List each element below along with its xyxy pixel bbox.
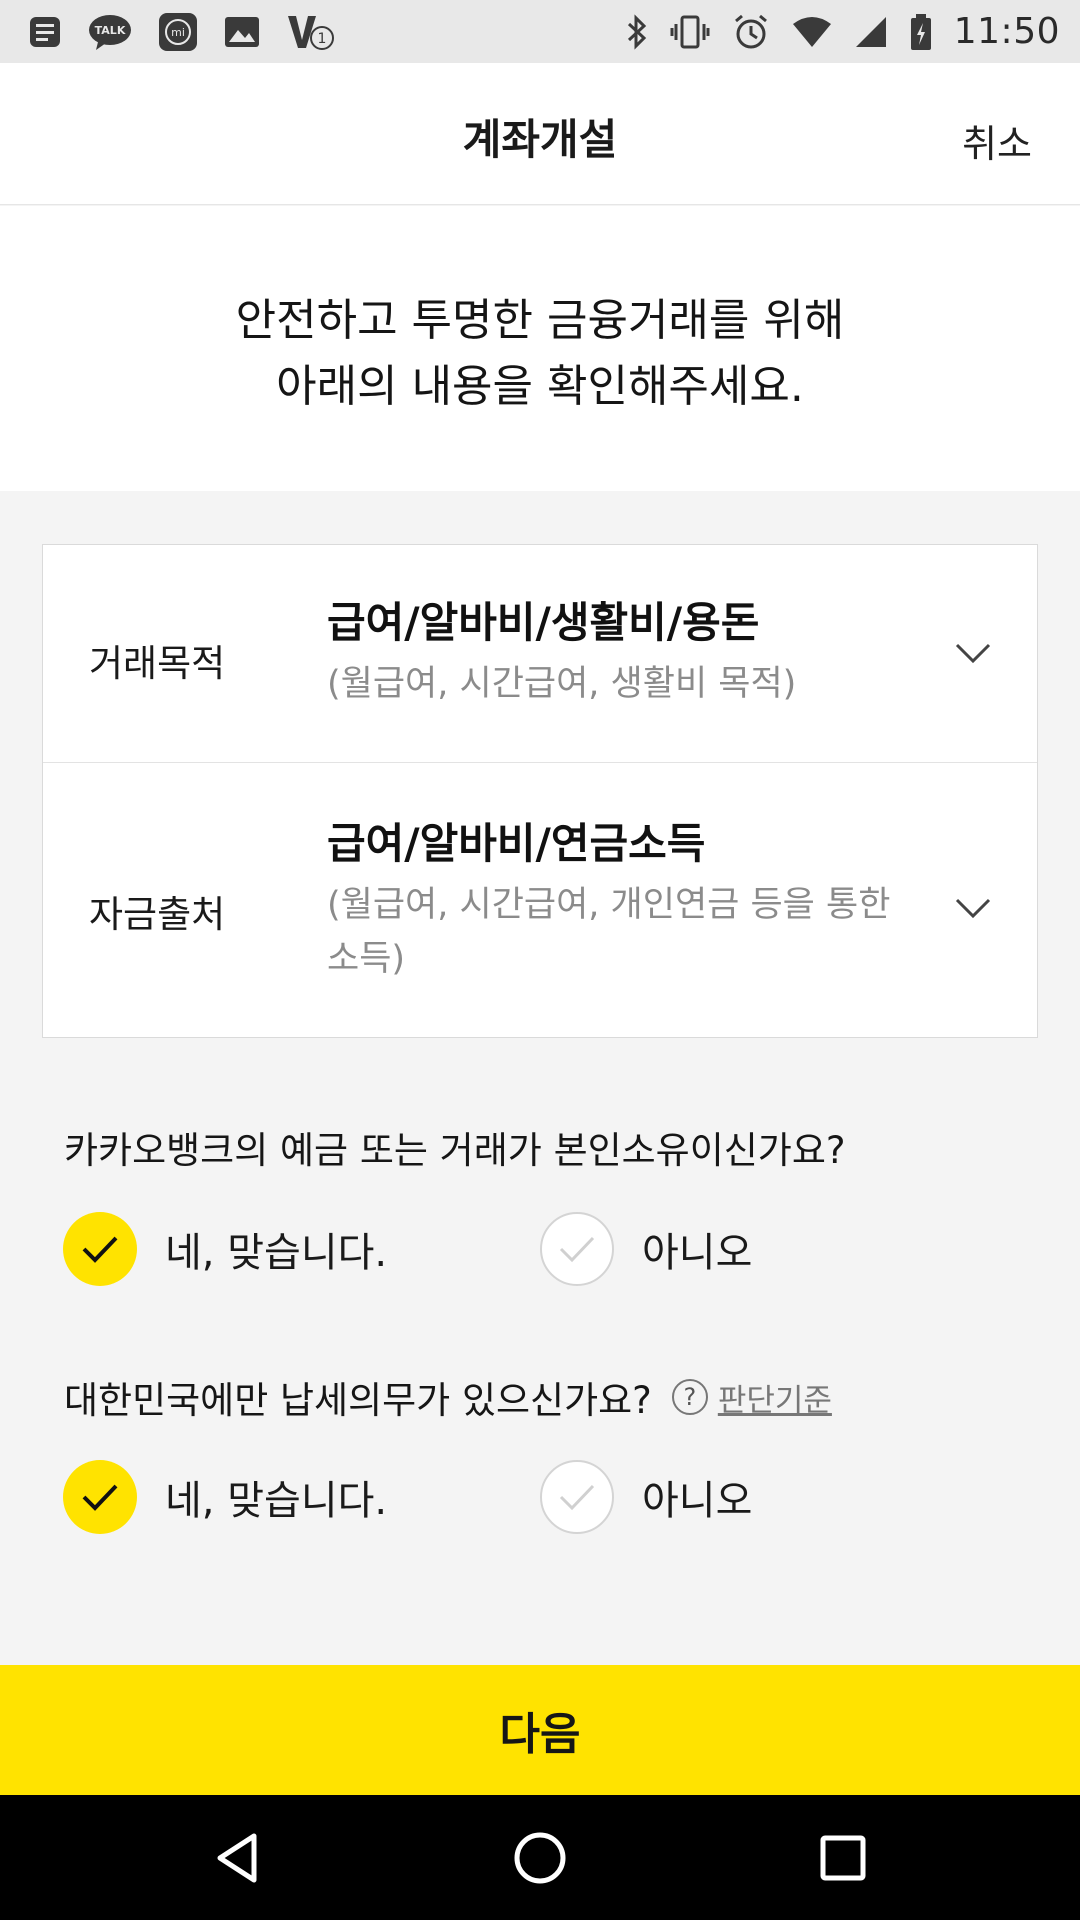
wifi-icon bbox=[792, 16, 832, 48]
status-time: 11:50 bbox=[953, 11, 1060, 52]
back-icon[interactable] bbox=[204, 1825, 270, 1891]
purpose-value-block: 급여/알바비/생활비/용돈 (월급여, 시간급여, 생활비 목적) bbox=[327, 593, 947, 711]
system-nav-bar bbox=[0, 1795, 1080, 1920]
tax-yes-label: 네, 맞습니다. bbox=[165, 1478, 388, 1524]
intro-line-2: 아래의 내용을 확인해주세요. bbox=[276, 360, 804, 412]
source-value: 급여/알바비/연금소득 bbox=[327, 819, 706, 868]
check-icon bbox=[559, 1484, 595, 1511]
svg-text:TALK: TALK bbox=[95, 24, 126, 37]
tax-question: 대한민국에만 납세의무가 있으신가요? ? 판단기준 bbox=[64, 1370, 832, 1424]
radio-checked[interactable] bbox=[63, 1212, 137, 1286]
app-update-icon: 1 bbox=[286, 12, 336, 52]
tax-no-label: 아니오 bbox=[642, 1478, 753, 1524]
ownership-no-option[interactable]: 아니오 bbox=[540, 1212, 752, 1286]
intro-section: 안전하고 투명한 금융거래를 위해 아래의 내용을 확인해주세요. bbox=[0, 206, 1080, 491]
alarm-icon bbox=[732, 13, 770, 51]
kakaotalk-icon: TALK bbox=[88, 13, 132, 51]
gallery-icon bbox=[224, 16, 260, 48]
battery-icon bbox=[910, 13, 932, 51]
source-label: 자금출처 bbox=[89, 893, 226, 936]
radio-unchecked[interactable] bbox=[540, 1460, 614, 1534]
source-row[interactable]: 자금출처 급여/알바비/연금소득 (월급여, 시간급여, 개인연금 등을 통한 … bbox=[43, 764, 1037, 1038]
source-description-line-2: 소득) bbox=[327, 939, 406, 979]
notes-icon bbox=[28, 15, 62, 49]
next-button[interactable]: 다음 bbox=[0, 1665, 1080, 1795]
ownership-yes-label: 네, 맞습니다. bbox=[165, 1230, 388, 1276]
check-icon bbox=[82, 1236, 118, 1263]
source-description-line-1: (월급여, 시간급여, 개인연금 등을 통한 bbox=[327, 885, 891, 925]
check-icon bbox=[82, 1484, 118, 1511]
purpose-value: 급여/알바비/생활비/용돈 bbox=[327, 598, 760, 647]
status-bar: TALK mi 1 11:50 bbox=[0, 0, 1080, 63]
criteria-help-link[interactable]: ? 판단기준 bbox=[671, 1375, 832, 1420]
tax-no-option[interactable]: 아니오 bbox=[540, 1460, 752, 1534]
purpose-description: (월급여, 시간급여, 생활비 목적) bbox=[327, 664, 797, 704]
svg-text:1: 1 bbox=[318, 31, 327, 47]
radio-unchecked[interactable] bbox=[540, 1212, 614, 1286]
radio-checked[interactable] bbox=[63, 1460, 137, 1534]
app-bar: 계좌개설 취소 bbox=[0, 63, 1080, 205]
chevron-down-icon[interactable] bbox=[955, 642, 991, 666]
signal-icon bbox=[854, 15, 888, 49]
tax-question-text: 대한민국에만 납세의무가 있으신가요? bbox=[64, 1379, 652, 1422]
purpose-label: 거래목적 bbox=[89, 642, 226, 685]
home-icon[interactable] bbox=[507, 1825, 573, 1891]
help-icon: ? bbox=[671, 1379, 708, 1415]
vibrate-icon bbox=[670, 14, 710, 50]
info-card: 거래목적 급여/알바비/생활비/용돈 (월급여, 시간급여, 생활비 목적) 자… bbox=[42, 544, 1038, 1038]
check-icon bbox=[559, 1236, 595, 1263]
mi-icon: mi bbox=[158, 12, 198, 52]
bluetooth-icon bbox=[626, 13, 648, 50]
page-title: 계좌개설 bbox=[462, 115, 618, 164]
intro-line-1: 안전하고 투명한 금융거래를 위해 bbox=[235, 294, 845, 346]
recent-apps-icon[interactable] bbox=[810, 1825, 876, 1891]
criteria-link-label[interactable]: 판단기준 bbox=[718, 1375, 832, 1420]
source-value-block: 급여/알바비/연금소득 (월급여, 시간급여, 개인연금 등을 통한 소득) bbox=[327, 814, 947, 986]
tax-yes-option[interactable]: 네, 맞습니다. bbox=[63, 1460, 387, 1534]
ownership-question: 카카오뱅크의 예금 또는 거래가 본인소유이신가요? bbox=[64, 1129, 846, 1172]
svg-text:mi: mi bbox=[171, 26, 185, 39]
chevron-down-icon[interactable] bbox=[955, 897, 991, 921]
ownership-yes-option[interactable]: 네, 맞습니다. bbox=[63, 1212, 387, 1286]
cancel-button[interactable]: 취소 bbox=[962, 113, 1032, 168]
purpose-row[interactable]: 거래목적 급여/알바비/생활비/용돈 (월급여, 시간급여, 생활비 목적) bbox=[43, 545, 1037, 763]
ownership-no-label: 아니오 bbox=[642, 1230, 753, 1276]
